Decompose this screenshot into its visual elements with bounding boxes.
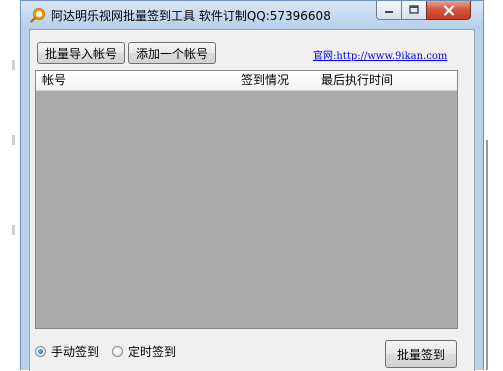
background-edge [0,0,20,370]
column-sign-status[interactable]: 签到情况 [235,71,315,90]
radio-checked-icon [35,346,46,357]
close-icon [443,4,454,16]
accounts-list[interactable]: 帐号 签到情况 最后执行时间 [35,70,458,329]
close-button[interactable] [426,1,471,20]
maximize-button[interactable] [401,1,427,20]
minimize-icon [385,11,393,13]
list-header: 帐号 签到情况 最后执行时间 [36,71,457,91]
radio-manual-sign[interactable]: 手动签到 [35,343,99,360]
official-site-link[interactable]: 官网:http://www.9ikan.com [313,47,447,62]
add-account-button[interactable]: 添加一个帐号 [128,42,216,64]
column-last-run[interactable]: 最后执行时间 [315,71,457,90]
radio-manual-label: 手动签到 [51,345,100,359]
window-title: 阿达明乐视网批量签到工具 软件订制QQ:57396608 [51,9,331,23]
app-window: 阿达明乐视网批量签到工具 软件订制QQ:57396608 批量导入帐号 添加一个… [20,0,484,371]
batch-sign-button[interactable]: 批量签到 [385,340,457,368]
import-accounts-button[interactable]: 批量导入帐号 [37,42,125,64]
client-area: 批量导入帐号 添加一个帐号 官网:http://www.9ikan.com 帐号… [29,29,475,371]
radio-unchecked-icon [112,346,123,357]
radio-scheduled-label: 定时签到 [128,345,177,359]
background-divider [486,140,488,370]
column-account[interactable]: 帐号 [36,71,235,90]
minimize-button[interactable] [376,1,402,20]
maximize-icon [409,5,419,14]
app-search-icon [30,8,45,23]
title-bar[interactable]: 阿达明乐视网批量签到工具 软件订制QQ:57396608 [21,1,483,29]
radio-scheduled-sign[interactable]: 定时签到 [112,343,176,360]
